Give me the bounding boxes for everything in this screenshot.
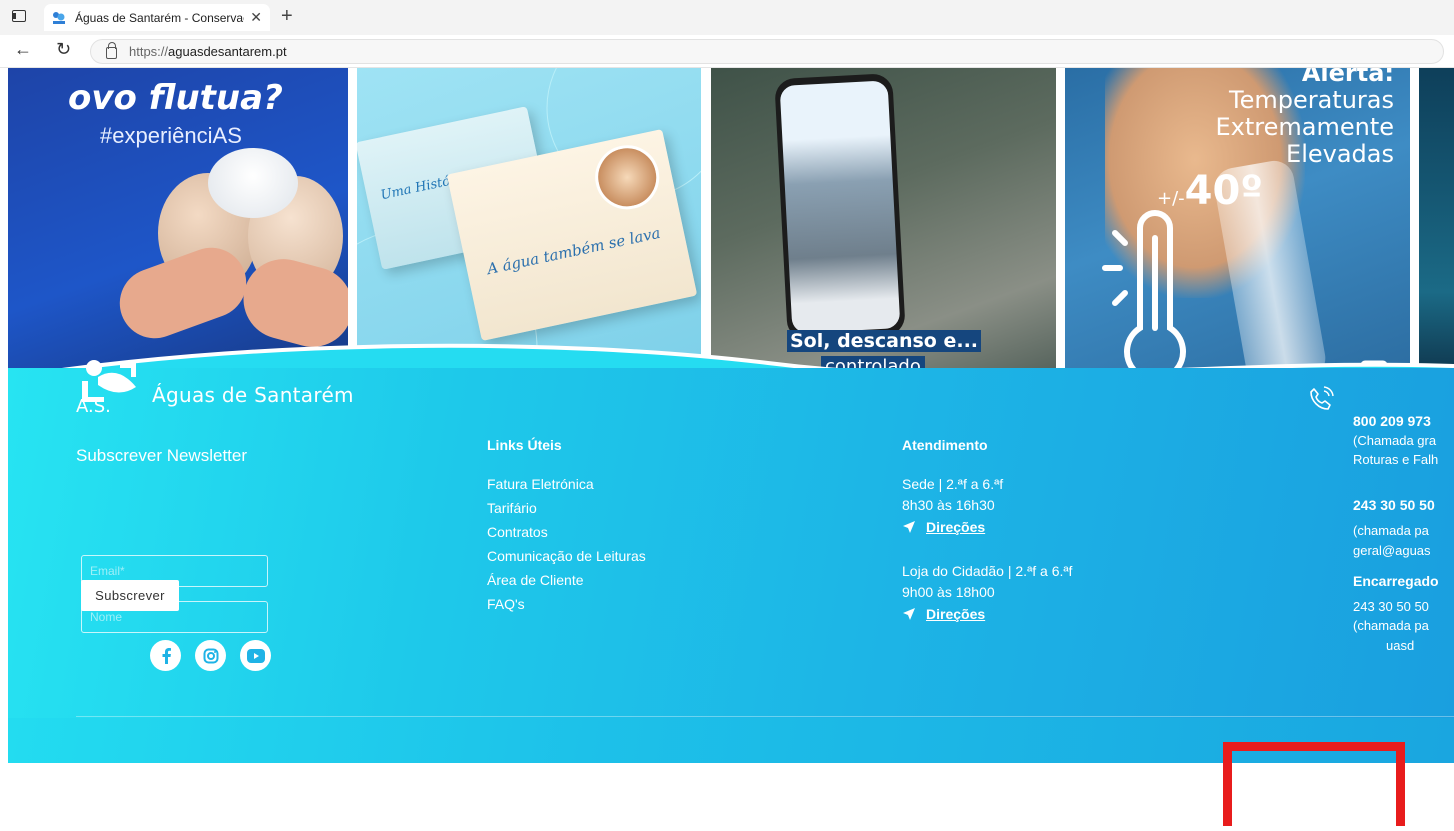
encarregado-email[interactable]: uasd <box>1386 638 1414 653</box>
powered-brand: OONIFY. <box>142 781 190 793</box>
author-portrait <box>589 139 666 216</box>
url-host: aguasdesantarem.pt <box>168 44 287 59</box>
site-favicon-icon <box>53 11 65 24</box>
loja-directions-link[interactable]: Direções <box>902 606 985 622</box>
name-placeholder: Nome <box>90 610 123 624</box>
link-leituras[interactable]: Comunicação de Leituras <box>487 548 646 564</box>
tab-title: Águas de Santarém - Conservaçã <box>75 10 245 25</box>
link-area-cliente[interactable]: Área de Cliente <box>487 572 584 588</box>
subscribe-button[interactable]: Subscrever <box>81 580 179 611</box>
lock-icon[interactable] <box>106 41 117 59</box>
navigation-arrow-icon <box>903 521 915 533</box>
white-egg-image <box>208 148 298 218</box>
phone-1[interactable]: 800 209 973 <box>1353 413 1431 429</box>
highlight-annotation-box <box>1223 742 1405 826</box>
temperature-prefix: +/- <box>1157 188 1185 209</box>
alert-text: Alerta: Temperaturas Extremamente Elevad… <box>1216 68 1395 168</box>
facebook-icon[interactable] <box>150 640 181 671</box>
alert-line-3: Elevadas <box>1286 140 1394 168</box>
phone-image <box>774 73 906 341</box>
tab-actions-icon[interactable] <box>12 10 26 22</box>
tile-hashtag: #experiênciAS <box>100 123 242 148</box>
link-contratos[interactable]: Contratos <box>487 524 548 540</box>
youtube-icon[interactable] <box>240 640 271 671</box>
atendimento-title: Atendimento <box>902 437 988 453</box>
navigation-arrow-icon <box>903 608 915 620</box>
reload-icon[interactable]: ↻ <box>56 39 71 60</box>
encarregado-note: (chamada pa <box>1353 618 1429 633</box>
powered-by-label: Powered by: <box>76 781 138 793</box>
phone-icon <box>1310 386 1334 410</box>
phone-1-note: (Chamada gra <box>1353 433 1437 448</box>
email-link[interactable]: geral@aguas <box>1353 543 1431 558</box>
url-field[interactable]: https://aguasdesantarem.pt <box>90 39 1444 64</box>
close-tab-icon[interactable]: ✕ <box>250 9 262 26</box>
sede-hours-label: Sede | 2.ªf a 6.ªf <box>902 476 1004 492</box>
book-2-title: A água também se lava <box>485 223 662 279</box>
brand-name[interactable]: Águas de Santarém <box>152 383 354 407</box>
alert-title: Alerta: <box>1301 68 1394 87</box>
address-bar: ← ↻ https://aguasdesantarem.pt <box>0 35 1454 68</box>
link-tarifario[interactable]: Tarifário <box>487 500 537 516</box>
phone-2-note: (chamada pa <box>1353 523 1429 538</box>
alert-line-1: Temperaturas <box>1229 86 1394 114</box>
link-faq[interactable]: FAQ's <box>487 596 525 612</box>
site-footer <box>8 368 1454 718</box>
links-title: Links Úteis <box>487 437 562 453</box>
phone-2[interactable]: 243 30 50 50 <box>1353 497 1435 513</box>
url-protocol: https:// <box>129 44 169 59</box>
browser-tab[interactable]: Águas de Santarém - Conservaçã ✕ <box>44 4 270 31</box>
phone-1-note-2: Roturas e Falh <box>1353 452 1439 467</box>
loja-hours-label: Loja do Cidadão | 2.ªf a 6.ªf <box>902 563 1073 579</box>
browser-tab-strip: Águas de Santarém - Conservaçã ✕ + <box>0 0 1454 35</box>
brand-abbr: A.S. <box>76 396 111 417</box>
email-placeholder: Email* <box>90 564 125 578</box>
directions-label: Direções <box>926 519 986 535</box>
powered-by[interactable]: Powered by: OONIFY. <box>76 781 190 793</box>
sede-directions-link[interactable]: Direções <box>902 519 985 535</box>
tile-headline: ovo flutua? <box>68 78 283 118</box>
encarregado-phone[interactable]: 243 30 50 50 <box>1353 599 1429 614</box>
encarregado-title: Encarregado <box>1353 573 1439 589</box>
new-tab-icon[interactable]: + <box>281 5 293 28</box>
back-icon[interactable]: ← <box>14 39 32 60</box>
sede-hours: 8h30 às 16h30 <box>902 497 995 513</box>
link-fatura[interactable]: Fatura Eletrónica <box>487 476 594 492</box>
newsletter-title: Subscrever Newsletter <box>76 446 248 465</box>
loja-hours: 9h00 às 18h00 <box>902 584 995 600</box>
directions-label: Direções <box>926 606 986 622</box>
footer-divider <box>76 716 1454 717</box>
alert-line-2: Extremamente <box>1215 113 1395 141</box>
instagram-icon[interactable] <box>195 640 226 671</box>
